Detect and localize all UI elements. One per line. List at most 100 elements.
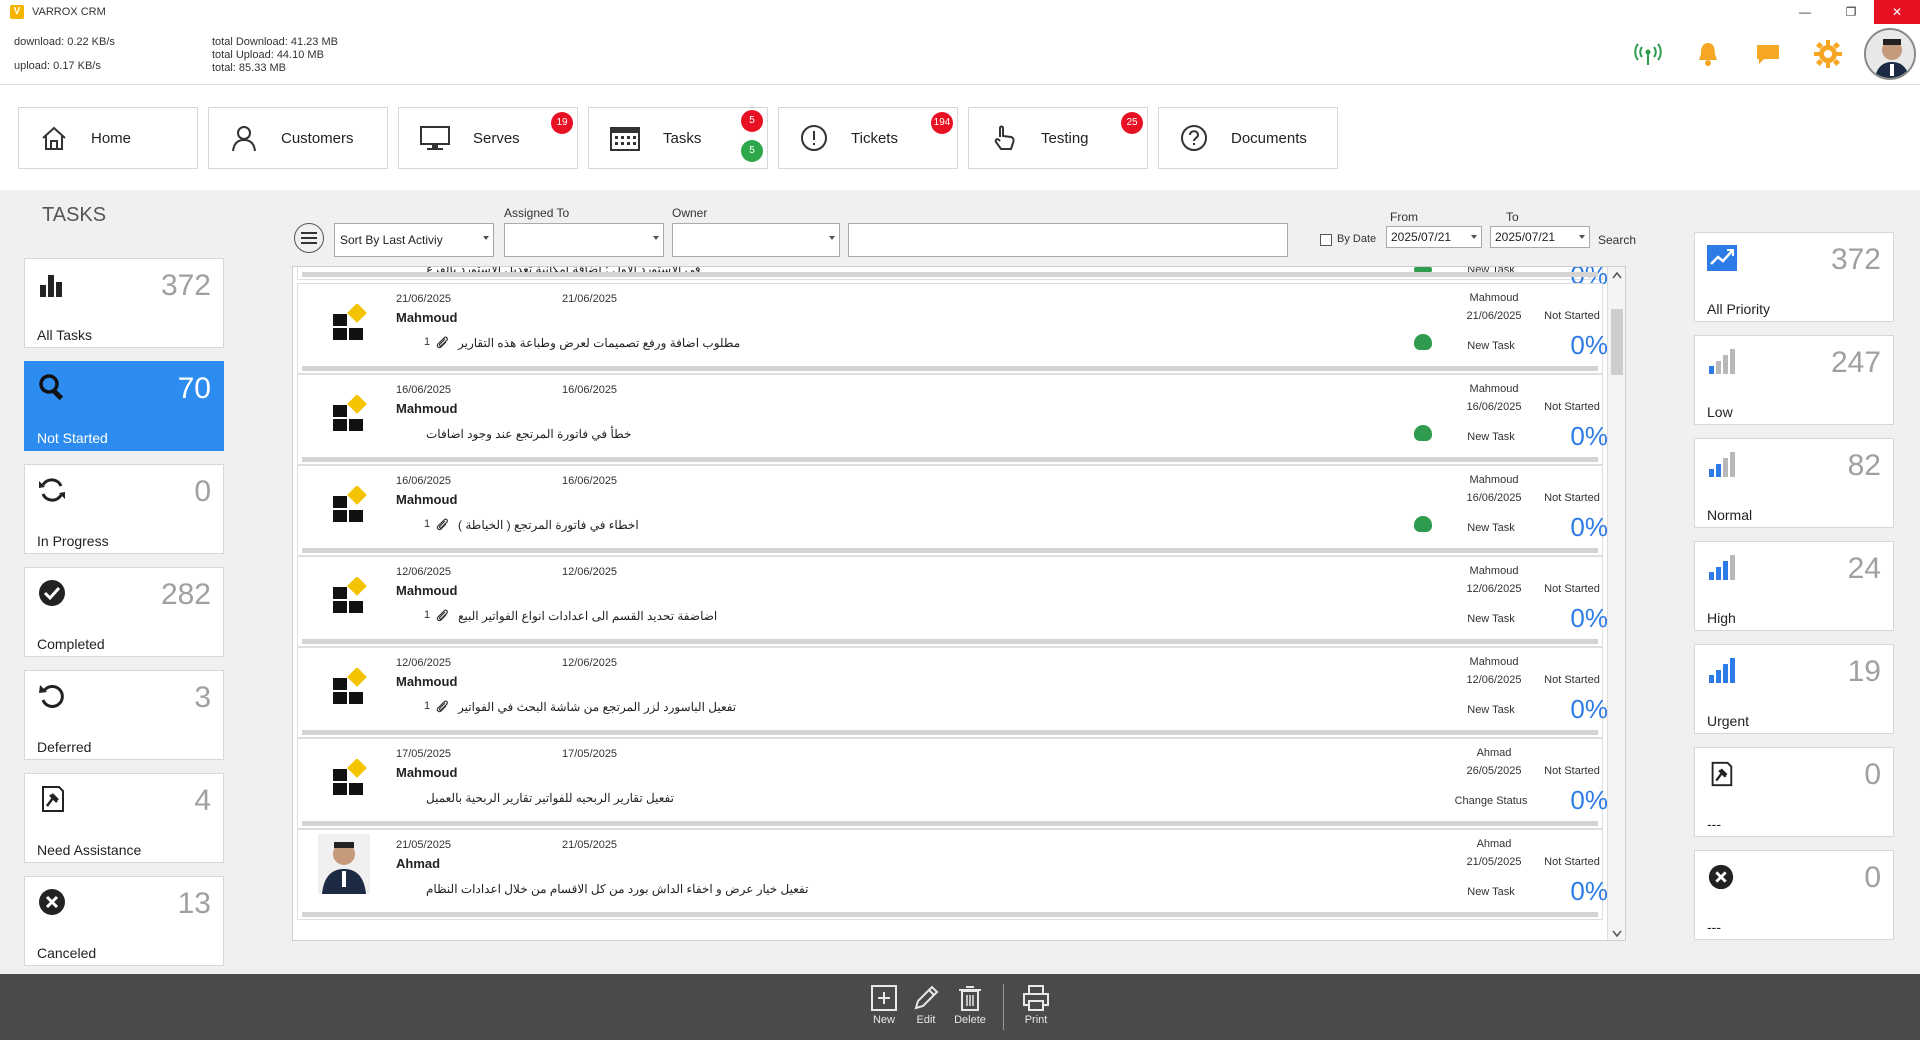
task-row[interactable]: 16/06/2025 16/06/2025 Mahmoud 1 اخطاء في فات…: [297, 465, 1608, 556]
paperclip-icon[interactable]: [436, 336, 450, 350]
progress-bar: [302, 366, 1598, 371]
nav-home[interactable]: Home: [18, 107, 198, 169]
task-type: Change Status: [1454, 795, 1528, 807]
bell-icon[interactable]: [1678, 24, 1738, 84]
close-button[interactable]: ✕: [1874, 0, 1920, 24]
scroll-down-icon[interactable]: [1612, 930, 1622, 938]
nav-documents[interactable]: Documents: [1158, 107, 1338, 169]
signal-icon[interactable]: [1618, 24, 1678, 84]
task-status: Not Started: [1544, 856, 1600, 868]
card-normal[interactable]: 82 Normal: [1694, 438, 1894, 528]
edit-icon: [914, 985, 939, 1010]
scroll-thumb[interactable]: [1611, 309, 1623, 375]
main-nav: Home Customers Serves 19 Tasks 5 5 Ticke…: [0, 84, 1920, 190]
card-deferred[interactable]: 3 Deferred: [24, 670, 224, 760]
task-assign-date: 26/05/2025: [1466, 765, 1522, 777]
task-description: تفعيل تقارير الربحيه للفواتير تقارير الر…: [426, 791, 674, 805]
assigned-to-select[interactable]: [504, 223, 664, 257]
task-owner: Mahmoud: [396, 310, 458, 325]
print-label: Print: [1024, 1014, 1048, 1026]
to-date-picker[interactable]: 2025/07/21: [1490, 226, 1590, 248]
owner-select[interactable]: [672, 223, 840, 257]
task-owner: Mahmoud: [396, 401, 458, 416]
company-logo-icon: [332, 303, 368, 340]
task-row[interactable]: 17/05/2025 17/05/2025 Mahmoud تفعيل تقارير …: [297, 738, 1608, 829]
edit-button[interactable]: Edit: [904, 982, 948, 1026]
all-priority-count: 372: [1830, 243, 1881, 276]
card-all-tasks[interactable]: 372 All Tasks: [24, 258, 224, 348]
search-icon: [39, 374, 64, 401]
paperclip-icon[interactable]: [436, 700, 450, 714]
card-all-priority[interactable]: 372 All Priority: [1694, 232, 1894, 322]
card-in-progress[interactable]: 0 In Progress: [24, 464, 224, 554]
task-created-date: 16/06/2025: [396, 384, 452, 396]
gear-icon[interactable]: [1798, 24, 1858, 84]
completed-count: 282: [160, 578, 211, 611]
chat-icon[interactable]: [1738, 24, 1798, 84]
not-started-label: Not Started: [37, 430, 108, 446]
upload-rate: upload: 0.17 KB/s: [14, 60, 101, 72]
from-date-picker[interactable]: 2025/07/21: [1386, 226, 1482, 248]
minimize-button[interactable]: —: [1782, 0, 1828, 24]
task-progress: 0%: [1570, 694, 1608, 724]
task-row[interactable]: 16/06/2025 16/06/2025 Mahmoud خطأ في فاتورة…: [297, 374, 1608, 465]
urgent-label: Urgent: [1707, 713, 1750, 729]
assignee-photo: [318, 834, 370, 894]
sort-select[interactable]: Sort By Last Activiy: [334, 223, 494, 257]
sort-select-value: Sort By Last Activiy: [340, 233, 443, 247]
company-logo-icon: [332, 667, 368, 704]
task-status: Not Started: [1544, 492, 1600, 504]
from-label: From: [1390, 210, 1418, 224]
tasks-badge: 5: [741, 110, 763, 132]
x-circle-icon: [1708, 864, 1734, 890]
by-date-checkbox[interactable]: [1320, 234, 1332, 246]
app-title: VARROX CRM: [32, 6, 106, 18]
all-priority-label: All Priority: [1707, 301, 1771, 317]
nav-tasks[interactable]: Tasks 5 5: [588, 107, 768, 169]
owner-label: Owner: [672, 206, 708, 220]
deferred-count: 3: [194, 681, 211, 714]
task-list-scrollbar[interactable]: [1607, 267, 1625, 940]
nav-testing[interactable]: Testing 25: [968, 107, 1148, 169]
task-owner: Ahmad: [396, 856, 441, 871]
card-not-started[interactable]: 70 Not Started: [24, 361, 224, 451]
progress-bar: [302, 457, 1598, 462]
menu-button[interactable]: [294, 223, 324, 253]
card-urgent[interactable]: 19 Urgent: [1694, 644, 1894, 734]
card-canceled[interactable]: 13 Canceled: [24, 876, 224, 966]
card-completed[interactable]: 282 Completed: [24, 567, 224, 657]
task-created-date: 12/06/2025: [396, 566, 452, 578]
search-input[interactable]: [848, 223, 1288, 257]
task-due-date: 16/06/2025: [562, 384, 618, 396]
nav-customers-label: Customers: [281, 129, 354, 147]
paperclip-icon[interactable]: [436, 609, 450, 623]
search-button[interactable]: Search: [1598, 233, 1636, 247]
task-row-partial[interactable]: في الاستورد الاول ؛ اضافة امكانية تعديل …: [297, 267, 1608, 290]
task-created-date: 21/05/2025: [396, 839, 452, 851]
task-type: New Task: [1467, 522, 1515, 534]
title-bar: V VARROX CRM — ❐ ✕: [0, 0, 1920, 24]
card-priority-other-1[interactable]: 0 ---: [1694, 747, 1894, 837]
task-assign-date: 12/06/2025: [1466, 674, 1522, 686]
task-row[interactable]: 21/05/2025 21/05/2025 Ahmad تفعيل خيار عرض …: [297, 829, 1608, 920]
nav-tickets[interactable]: Tickets 194: [778, 107, 958, 169]
user-avatar[interactable]: [1864, 28, 1916, 80]
card-need-assistance[interactable]: 4 Need Assistance: [24, 773, 224, 863]
task-row[interactable]: 12/06/2025 12/06/2025 Mahmoud 1 اضاضفة تحديد…: [297, 556, 1608, 647]
new-button[interactable]: New: [862, 982, 906, 1026]
nav-customers[interactable]: Customers: [208, 107, 388, 169]
print-button[interactable]: Print: [1014, 982, 1058, 1026]
card-high[interactable]: 24 High: [1694, 541, 1894, 631]
delete-label: Delete: [954, 1014, 986, 1026]
card-priority-other-2[interactable]: 0 ---: [1694, 850, 1894, 940]
card-low[interactable]: 247 Low: [1694, 335, 1894, 425]
delete-button[interactable]: Delete: [948, 982, 992, 1026]
scroll-up-icon[interactable]: [1612, 271, 1622, 279]
task-row[interactable]: 12/06/2025 12/06/2025 Mahmoud 1 تفعيل الباسو…: [297, 647, 1608, 738]
nav-serves[interactable]: Serves 19: [398, 107, 578, 169]
from-date-value: 2025/07/21: [1391, 230, 1452, 244]
restore-button[interactable]: ❐: [1828, 0, 1874, 24]
task-row[interactable]: 21/06/2025 21/06/2025 Mahmoud 1 مطلوب اضافة …: [297, 283, 1608, 374]
task-owner: Mahmoud: [396, 583, 458, 598]
paperclip-icon[interactable]: [436, 518, 450, 532]
